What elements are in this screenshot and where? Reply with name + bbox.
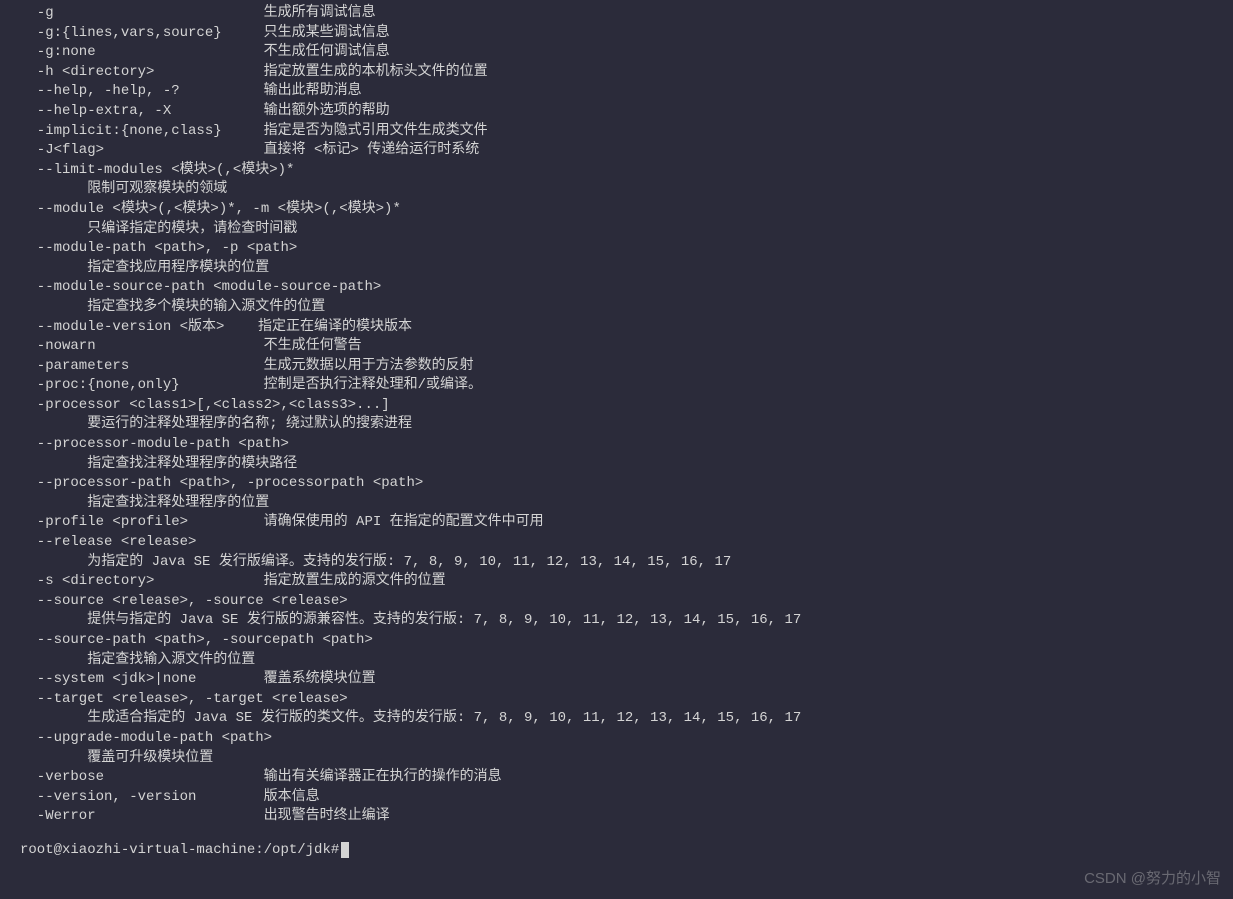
output-line: 要运行的注释处理程序的名称; 绕过默认的搜索进程 <box>20 415 1233 435</box>
output-line: 指定查找注释处理程序的模块路径 <box>20 455 1233 475</box>
output-line: 指定查找应用程序模块的位置 <box>20 259 1233 279</box>
watermark: CSDN @努力的小智 <box>1084 868 1221 889</box>
output-line: --system <jdk>|none 覆盖系统模块位置 <box>20 670 1233 690</box>
output-line: -verbose 输出有关编译器正在执行的操作的消息 <box>20 768 1233 788</box>
output-line: --module <模块>(,<模块>)*, -m <模块>(,<模块>)* <box>20 200 1233 220</box>
output-line: --module-path <path>, -p <path> <box>20 239 1233 259</box>
output-line: -Werror 出现警告时终止编译 <box>20 807 1233 827</box>
output-line: 限制可观察模块的领域 <box>20 180 1233 200</box>
output-line: 指定查找注释处理程序的位置 <box>20 494 1233 514</box>
terminal-output: -g 生成所有调试信息 -g:{lines,vars,source} 只生成某些… <box>0 4 1233 827</box>
output-line: --source <release>, -source <release> <box>20 592 1233 612</box>
output-line: 指定查找多个模块的输入源文件的位置 <box>20 298 1233 318</box>
output-line: --version, -version 版本信息 <box>20 788 1233 808</box>
output-line: --target <release>, -target <release> <box>20 690 1233 710</box>
output-line: -processor <class1>[,<class2>,<class3>..… <box>20 396 1233 416</box>
output-line: --help-extra, -X 输出额外选项的帮助 <box>20 102 1233 122</box>
prompt-line[interactable]: root@xiaozhi-virtual-machine:/opt/jdk# <box>0 841 1233 861</box>
output-line: --module-version <版本> 指定正在编译的模块版本 <box>20 318 1233 338</box>
output-line: -s <directory> 指定放置生成的源文件的位置 <box>20 572 1233 592</box>
output-line: 生成适合指定的 Java SE 发行版的类文件。支持的发行版: 7, 8, 9,… <box>20 709 1233 729</box>
shell-prompt: root@xiaozhi-virtual-machine:/opt/jdk# <box>20 842 339 858</box>
output-line: -nowarn 不生成任何警告 <box>20 337 1233 357</box>
output-line: --processor-path <path>, -processorpath … <box>20 474 1233 494</box>
output-line: -g:none 不生成任何调试信息 <box>20 43 1233 63</box>
output-line: -g:{lines,vars,source} 只生成某些调试信息 <box>20 24 1233 44</box>
output-line: --release <release> <box>20 533 1233 553</box>
output-line: --help, -help, -? 输出此帮助消息 <box>20 82 1233 102</box>
output-line: -profile <profile> 请确保使用的 API 在指定的配置文件中可… <box>20 513 1233 533</box>
output-line: -J<flag> 直接将 <标记> 传递给运行时系统 <box>20 141 1233 161</box>
output-line: -g 生成所有调试信息 <box>20 4 1233 24</box>
output-line: 只编译指定的模块，请检查时间戳 <box>20 220 1233 240</box>
output-line: --upgrade-module-path <path> <box>20 729 1233 749</box>
output-line: --processor-module-path <path> <box>20 435 1233 455</box>
output-line: 指定查找输入源文件的位置 <box>20 651 1233 671</box>
output-line: 覆盖可升级模块位置 <box>20 749 1233 769</box>
output-line: --module-source-path <module-source-path… <box>20 278 1233 298</box>
cursor <box>341 842 349 858</box>
output-line: -implicit:{none,class} 指定是否为隐式引用文件生成类文件 <box>20 122 1233 142</box>
output-line: --limit-modules <模块>(,<模块>)* <box>20 161 1233 181</box>
output-line: -h <directory> 指定放置生成的本机标头文件的位置 <box>20 63 1233 83</box>
output-line: --source-path <path>, -sourcepath <path> <box>20 631 1233 651</box>
output-line: 提供与指定的 Java SE 发行版的源兼容性。支持的发行版: 7, 8, 9,… <box>20 611 1233 631</box>
output-line: -proc:{none,only} 控制是否执行注释处理和/或编译。 <box>20 376 1233 396</box>
output-line: 为指定的 Java SE 发行版编译。支持的发行版: 7, 8, 9, 10, … <box>20 553 1233 573</box>
output-line: -parameters 生成元数据以用于方法参数的反射 <box>20 357 1233 377</box>
